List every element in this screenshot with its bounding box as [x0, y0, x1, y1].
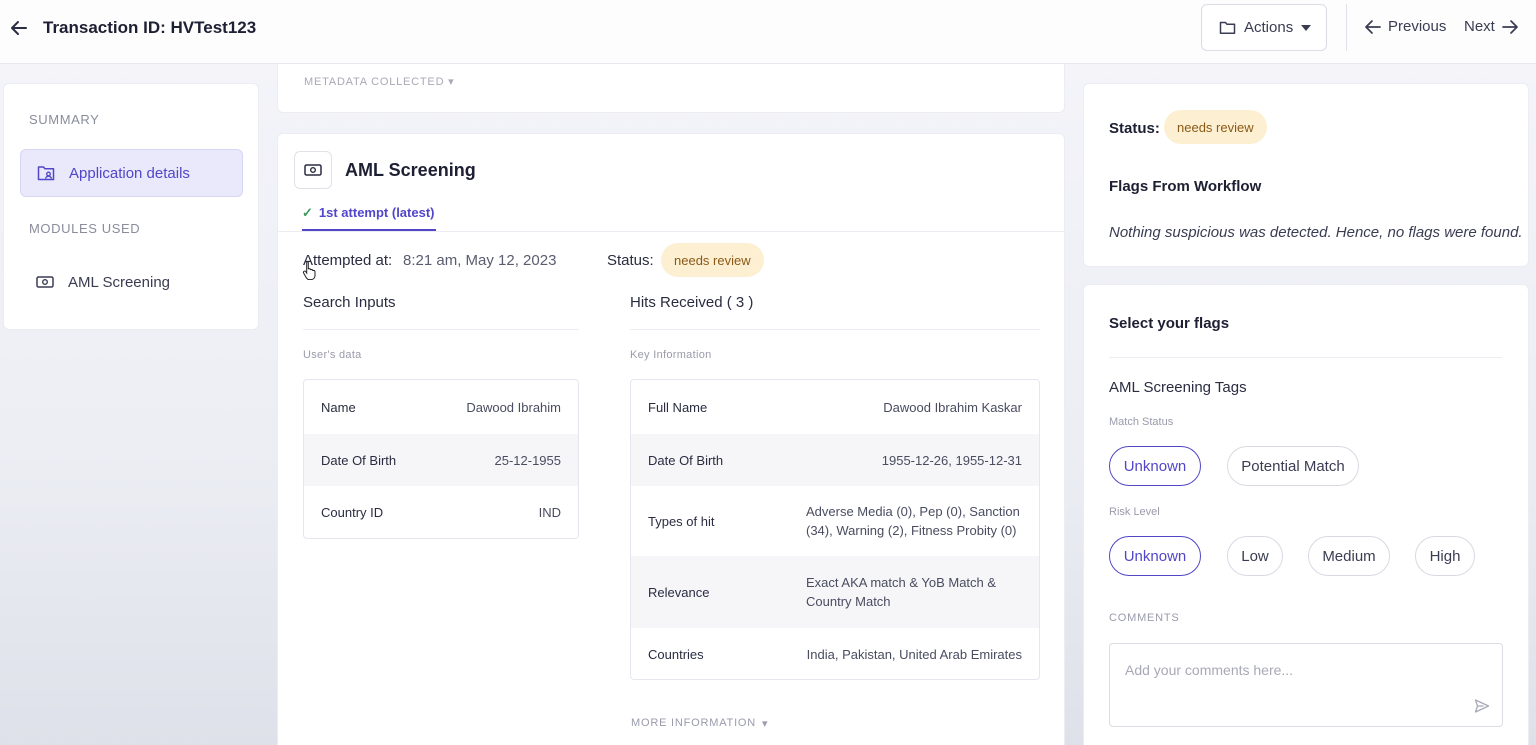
next-label: Next	[1464, 18, 1495, 35]
risk-level-high-option[interactable]: High	[1415, 536, 1475, 576]
table-row: Name Dawood Ibrahim	[304, 380, 578, 434]
key-information-label: Key Information	[630, 349, 712, 361]
send-icon[interactable]	[1474, 698, 1490, 714]
status-card: Status: needs review Flags From Workflow…	[1083, 83, 1529, 267]
sidebar-item-aml-screening[interactable]: AML Screening	[20, 258, 243, 306]
previous-label: Previous	[1388, 18, 1447, 35]
row-key: Name	[321, 399, 356, 415]
risk-level-unknown-option[interactable]: Unknown	[1109, 536, 1201, 576]
match-status-potential-match-option[interactable]: Potential Match	[1227, 446, 1359, 486]
header-divider	[1346, 4, 1347, 51]
row-key: Countries	[648, 646, 704, 662]
back-arrow-icon[interactable]	[8, 17, 30, 39]
risk-level-label: Risk Level	[1109, 506, 1160, 518]
sidebar-item-label: AML Screening	[68, 273, 170, 291]
flags-from-workflow-heading: Flags From Workflow	[1109, 178, 1262, 195]
folder-icon	[1219, 20, 1236, 35]
hits-received-heading: Hits Received ( 3 )	[630, 294, 754, 311]
row-key: Types of hit	[648, 513, 715, 529]
metadata-collected-toggle[interactable]: METADATA COLLECTED ▾	[304, 75, 455, 88]
row-key: Date Of Birth	[321, 452, 397, 468]
row-value: Dawood Ibrahim	[466, 399, 561, 415]
select-flags-divider	[1109, 357, 1502, 358]
users-data-label: User's data	[303, 349, 362, 361]
search-inputs-divider	[303, 329, 579, 330]
comments-input[interactable]	[1109, 643, 1503, 727]
sidebar-item-application-details[interactable]: Application details	[20, 149, 243, 197]
transaction-title: Transaction ID: HVTest123	[43, 18, 257, 37]
row-value: Exact AKA match & YoB Match & Country Ma…	[806, 575, 997, 609]
hits-divider	[630, 329, 1040, 330]
risk-level-low-option[interactable]: Low	[1227, 536, 1283, 576]
check-icon: ✓	[302, 205, 313, 220]
row-key: Country ID	[321, 504, 384, 520]
modules-heading: MODULES USED	[29, 221, 141, 236]
table-row: Relevance Exact AKA match & YoB Match & …	[631, 556, 1039, 628]
select-flags-card: Select your flags AML Screening Tags Mat…	[1083, 284, 1529, 745]
metadata-card: METADATA COLLECTED ▾	[277, 64, 1065, 113]
table-row: Types of hit Adverse Media (0), Pep (0),…	[631, 486, 1039, 556]
hand-cursor-icon	[302, 260, 318, 280]
tab-attempt-1[interactable]: ✓ 1st attempt (latest)	[302, 205, 437, 231]
actions-dropdown-button[interactable]: Actions	[1201, 4, 1327, 51]
match-status-label: Match Status	[1109, 416, 1174, 428]
key-information-table: Full Name Dawood Ibrahim Kaskar Date Of …	[630, 379, 1040, 680]
attempted-at-value: 8:21 am, May 12, 2023	[403, 252, 557, 269]
attempt-tab-label: 1st attempt (latest)	[318, 205, 435, 220]
row-value: 1955-12-26, 1955-12-31	[881, 452, 1022, 468]
money-icon	[294, 151, 332, 189]
row-key: Full Name	[648, 399, 708, 415]
row-value: India, Pakistan, United Arab Emirates	[806, 646, 1022, 662]
row-value: 25-12-1955	[494, 452, 562, 468]
flags-message: Nothing suspicious was detected. Hence, …	[1109, 224, 1523, 241]
summary-heading: SUMMARY	[29, 112, 100, 127]
risk-level-medium-option[interactable]: Medium	[1308, 536, 1390, 576]
table-row: Country ID IND	[304, 486, 578, 538]
arrow-right-icon	[1501, 19, 1519, 35]
caret-down-icon	[1301, 24, 1312, 31]
arrow-left-icon	[1364, 19, 1382, 35]
table-row: Countries India, Pakistan, United Arab E…	[631, 628, 1039, 680]
folder-user-icon	[37, 164, 55, 182]
tab-divider	[278, 231, 1064, 232]
row-value: IND	[538, 504, 561, 520]
money-icon	[36, 275, 54, 289]
status-label: Status:	[607, 252, 654, 269]
row-key: Relevance	[648, 584, 710, 600]
metadata-label: METADATA COLLECTED	[304, 76, 445, 88]
module-title: AML Screening	[345, 160, 476, 180]
row-key: Date Of Birth	[648, 452, 724, 468]
actions-label: Actions	[1244, 19, 1294, 36]
aml-screening-card: AML Screening ✓ 1st attempt (latest) Att…	[277, 133, 1065, 745]
table-row: Date Of Birth 1955-12-26, 1955-12-31	[631, 434, 1039, 486]
select-flags-heading: Select your flags	[1109, 315, 1230, 332]
right-status-label: Status:	[1109, 120, 1160, 137]
status-badge: needs review	[661, 243, 764, 277]
right-status-badge: needs review	[1164, 110, 1267, 144]
next-button[interactable]: Next	[1464, 18, 1519, 35]
previous-button[interactable]: Previous	[1364, 18, 1446, 35]
sidebar: SUMMARY Application details MODULES USED…	[3, 83, 259, 330]
comments-label: COMMENTS	[1109, 612, 1180, 624]
caret-down-icon: ▾	[762, 718, 769, 730]
search-inputs-heading: Search Inputs	[303, 294, 396, 311]
row-value: Dawood Ibrahim Kaskar	[883, 399, 1022, 415]
sidebar-item-label: Application details	[69, 164, 190, 182]
top-bar: Transaction ID: HVTest123 Actions Previo…	[0, 0, 1536, 64]
row-value: Adverse Media (0), Pep (0), Sanction (34…	[806, 504, 1020, 538]
table-row: Full Name Dawood Ibrahim Kaskar	[631, 380, 1039, 434]
more-information-label: MORE INFORMATION	[631, 717, 757, 729]
more-information-toggle[interactable]: MORE INFORMATION ▾	[631, 717, 768, 730]
user-data-table: Name Dawood Ibrahim Date Of Birth 25-12-…	[303, 379, 579, 539]
match-status-unknown-option[interactable]: Unknown	[1109, 446, 1201, 486]
aml-screening-tags-heading: AML Screening Tags	[1109, 379, 1247, 396]
table-row: Date Of Birth 25-12-1955	[304, 434, 578, 486]
